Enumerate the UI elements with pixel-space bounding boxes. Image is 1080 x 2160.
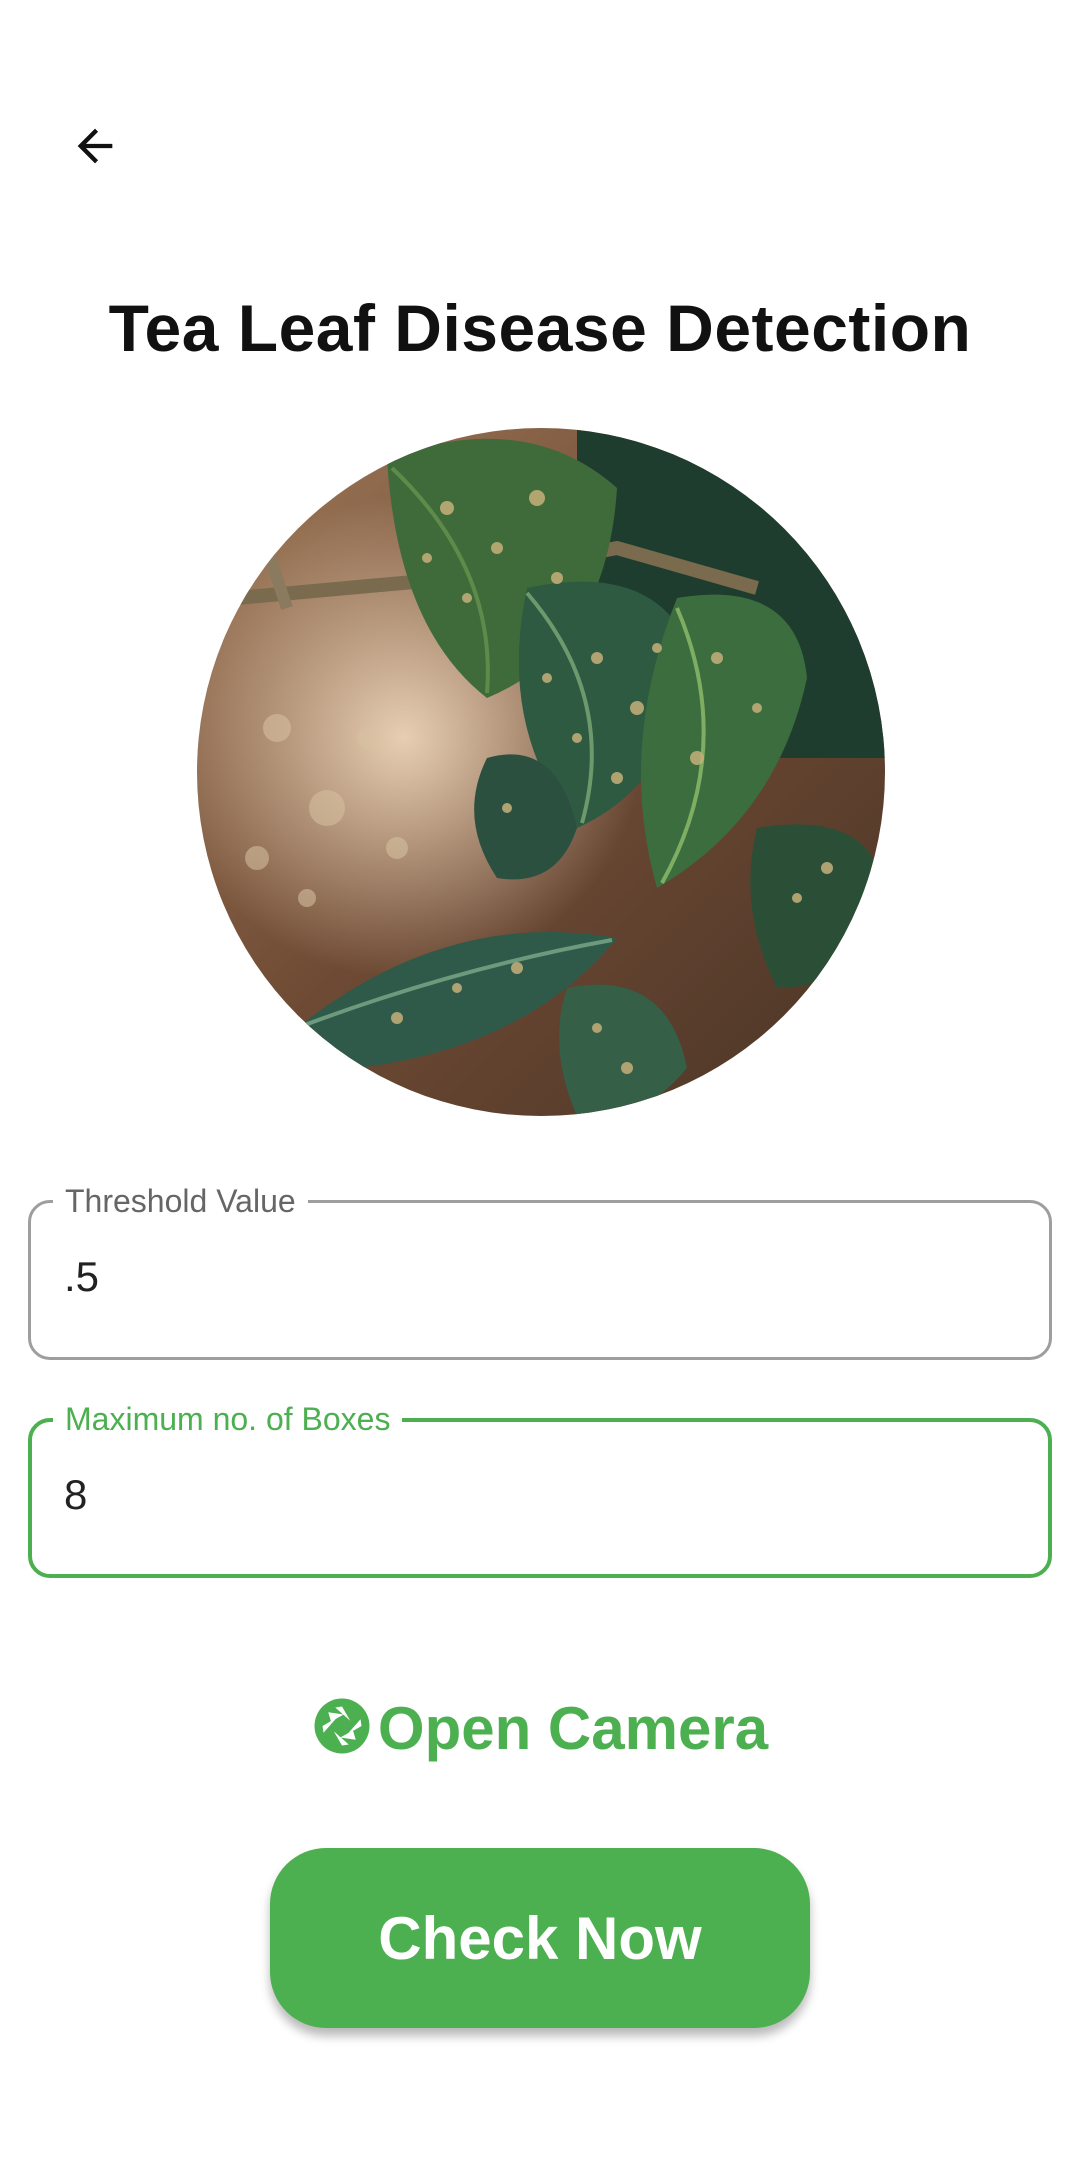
arrow-left-icon [69,120,121,177]
tea-leaf-photo [197,428,885,1116]
page-title: Tea Leaf Disease Detection [108,291,972,365]
check-now-button[interactable]: Check Now [270,1848,810,2028]
back-button[interactable] [55,108,135,188]
open-camera-label: Open Camera [377,1694,769,1762]
threshold-field[interactable]: Threshold Value [28,1179,1052,1360]
threshold-input[interactable] [64,1253,964,1301]
open-camera-button[interactable]: Open Camera [0,1688,1080,1768]
screen: Tea Leaf Disease Detection Threshold Val… [0,0,1080,2160]
camera-shutter-icon [312,1696,372,1761]
max-boxes-label: Maximum no. of Boxes [53,1397,403,1441]
max-boxes-field[interactable]: Maximum no. of Boxes [28,1397,1052,1578]
max-boxes-input[interactable] [64,1471,964,1519]
threshold-label: Threshold Value [53,1179,308,1223]
